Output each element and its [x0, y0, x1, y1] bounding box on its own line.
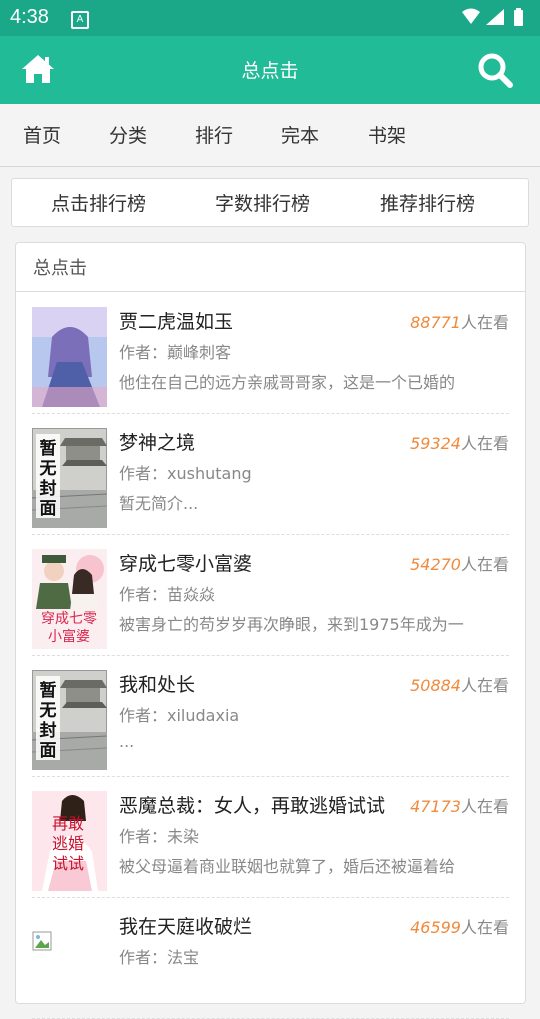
top-nav: 首页 分类 排行 完本 书架: [0, 104, 540, 167]
book-description: ...: [119, 732, 135, 751]
book-cover[interactable]: 暂 无 封 面: [32, 670, 107, 770]
author-prefix: 作者：: [119, 948, 168, 967]
author-name: xushutang: [167, 464, 252, 483]
book-title[interactable]: 恶魔总裁：女人，再敢逃婚试试: [119, 791, 385, 818]
page-title: 总点击: [241, 60, 299, 82]
view-count-number: 88771: [410, 313, 461, 332]
view-count-suffix: 人在看: [460, 555, 509, 574]
cover-text-1: 暂: [40, 438, 57, 459]
cover-text-4: 面: [40, 499, 57, 519]
view-count-suffix: 人在看: [460, 313, 509, 332]
book-item[interactable]: 暂 无 封 面 我和处长 50884人在看 作者：xiludaxia ...: [32, 655, 509, 777]
ranking-panel: 总点击 贾二虎温如玉 88771人在看 作者：巅峰刺客 他住在自己的远方亲戚哥哥…: [15, 242, 526, 1019]
author-prefix: 作者：: [119, 827, 168, 846]
app-header: 总点击: [0, 36, 540, 104]
book-item[interactable]: 穿成七零 小富婆 穿成七零小富婆 54270人在看 作者：苗焱焱 被害身亡的苟岁…: [32, 534, 509, 656]
author-prefix: 作者：: [119, 706, 168, 725]
view-count: 46599人在看: [410, 914, 509, 938]
cover-text-4: 面: [40, 741, 57, 761]
view-count-number: 46599: [410, 918, 461, 937]
status-time: 4:38: [10, 6, 49, 28]
view-count-number: 54270: [410, 555, 461, 574]
view-count: 50884人在看: [410, 672, 509, 696]
book-title[interactable]: 梦神之境: [119, 428, 195, 455]
tab-recommend-ranking[interactable]: 推荐排行榜: [380, 189, 475, 216]
book-description: 他住在自己的远方亲戚哥哥家，这是一个已婚的: [119, 373, 456, 392]
view-count-suffix: 人在看: [460, 676, 509, 695]
book-author: 作者：苗焱焱: [119, 581, 215, 605]
book-cover[interactable]: [32, 307, 107, 407]
cover-text-1: 暂: [40, 680, 57, 701]
book-title[interactable]: 穿成七零小富婆: [119, 549, 252, 576]
author-name: 巅峰刺客: [167, 343, 232, 362]
nav-category[interactable]: 分类: [109, 121, 147, 148]
book-item[interactable]: 暂 无 封 面 梦神之境 59324人在看 作者：xushutang 暂无简介.…: [32, 413, 509, 535]
book-item[interactable]: 贾二虎温如玉 88771人在看 作者：巅峰刺客 他住在自己的远方亲戚哥哥家，这是…: [32, 292, 509, 414]
book-cover[interactable]: 穿成七零 小富婆: [32, 549, 107, 649]
cover-text-2: 无: [39, 459, 57, 479]
book-cover[interactable]: 再敢 逃婚 试试: [32, 791, 107, 891]
cover-text-2: 无: [39, 701, 57, 721]
author-prefix: 作者：: [119, 343, 168, 362]
battery-icon: [514, 10, 523, 26]
view-count-number: 50884: [410, 676, 461, 695]
view-count-suffix: 人在看: [460, 797, 509, 816]
book-cover[interactable]: [32, 912, 107, 1012]
view-count: 54270人在看: [410, 551, 509, 575]
view-count: 88771人在看: [410, 309, 509, 333]
author-name: 苗焱焱: [167, 585, 216, 604]
cover-title-line1: 穿成七零: [41, 611, 97, 627]
tab-wordcount-ranking[interactable]: 字数排行榜: [215, 189, 310, 216]
signal-icon: [486, 9, 504, 25]
cover-title-line2: 小富婆: [48, 628, 90, 645]
book-description: 被害身亡的苟岁岁再次睁眼，来到1975年成为一: [119, 615, 464, 634]
author-name: 法宝: [167, 948, 200, 967]
status-bar: 4:38 A: [0, 0, 540, 36]
book-author: 作者：法宝: [119, 944, 199, 968]
book-item[interactable]: 我在天庭收破烂 46599人在看 作者：法宝: [32, 897, 509, 1019]
cover-title-line3: 试试: [52, 854, 84, 873]
book-cover[interactable]: 暂 无 封 面: [32, 428, 107, 528]
book-author: 作者：未染: [119, 823, 199, 847]
cover-title-line1: 再敢: [52, 814, 84, 833]
nav-completed[interactable]: 完本: [281, 121, 319, 148]
cover-text-3: 封: [40, 720, 57, 741]
tab-click-ranking[interactable]: 点击排行榜: [51, 189, 146, 216]
author-name: 未染: [167, 827, 200, 846]
book-author: 作者：巅峰刺客: [119, 339, 231, 363]
author-prefix: 作者：: [119, 464, 168, 483]
cover-title-line2: 逃婚: [52, 834, 84, 853]
view-count-suffix: 人在看: [460, 434, 509, 453]
book-description: 暂无简介...: [119, 494, 199, 513]
book-author: 作者：xiludaxia: [119, 702, 239, 726]
book-title[interactable]: 我和处长: [119, 670, 195, 697]
wifi-icon: [462, 8, 480, 24]
nav-ranking[interactable]: 排行: [195, 121, 233, 148]
view-count-number: 59324: [410, 434, 461, 453]
nav-bookshelf[interactable]: 书架: [368, 121, 406, 148]
view-count: 47173人在看: [410, 793, 509, 817]
panel-title: 总点击: [33, 258, 87, 279]
system-icons: [460, 7, 530, 33]
book-title[interactable]: 我在天庭收破烂: [119, 912, 252, 939]
author-prefix: 作者：: [119, 585, 168, 604]
author-name: xiludaxia: [167, 706, 240, 725]
book-description: 被父母逼着商业联姻也就算了，婚后还被逼着给: [119, 857, 456, 876]
book-title[interactable]: 贾二虎温如玉: [119, 307, 233, 334]
book-item[interactable]: 再敢 逃婚 试试 恶魔总裁：女人，再敢逃婚试试 47173人在看 作者：未染 被…: [32, 776, 509, 898]
book-author: 作者：xushutang: [119, 460, 252, 484]
cover-text-3: 封: [40, 478, 57, 499]
nav-home[interactable]: 首页: [23, 121, 61, 148]
app-notification-icon: A: [71, 11, 89, 29]
view-count-number: 47173: [410, 797, 461, 816]
view-count: 59324人在看: [410, 430, 509, 454]
rank-tabs: 点击排行榜 字数排行榜 推荐排行榜: [11, 178, 529, 227]
search-icon[interactable]: [476, 51, 514, 93]
view-count-suffix: 人在看: [460, 918, 509, 937]
